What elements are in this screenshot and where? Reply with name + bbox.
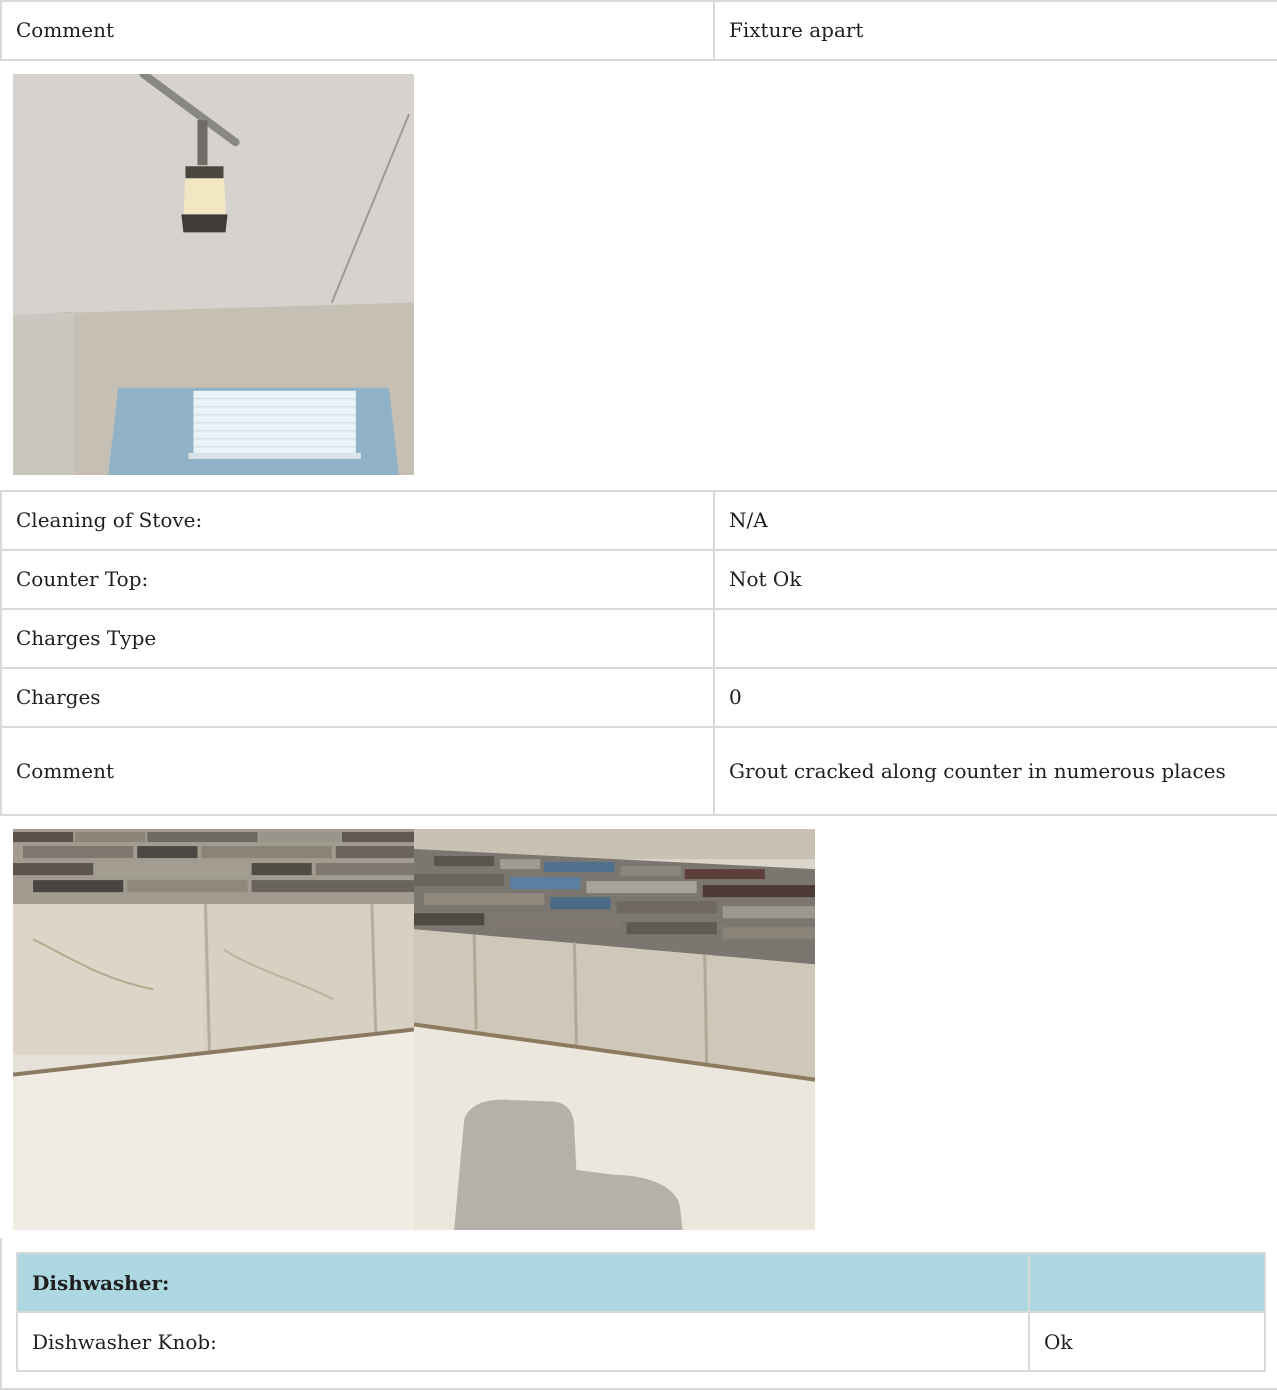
dishwasher-table: Dishwasher: Dishwasher Knob: Ok — [16, 1252, 1266, 1372]
section-header: Dishwasher: — [16, 1252, 1266, 1313]
row-value: Ok — [1028, 1311, 1266, 1372]
row-value: Fixture apart — [713, 0, 1277, 61]
fixture-photos — [0, 61, 1277, 490]
row-value: N/A — [713, 490, 1277, 551]
table-row: Comment Grout cracked along counter in n… — [0, 726, 1277, 816]
table-row: Dishwasher Knob: Ok — [16, 1311, 1266, 1372]
row-label: Cleaning of Stove: — [0, 490, 715, 551]
light-fixture-photo[interactable] — [13, 74, 414, 475]
counter-grout-photo-1[interactable] — [13, 829, 414, 1230]
fixture-table: Comment Fixture apart — [0, 0, 1277, 61]
row-label: Charges — [0, 667, 715, 728]
row-label: Charges Type — [0, 608, 715, 669]
counter-photos — [0, 816, 1277, 1246]
row-label: Comment — [0, 726, 715, 816]
section-title: Dishwasher: — [16, 1252, 1030, 1313]
table-row: Cleaning of Stove: N/A — [0, 490, 1277, 551]
row-value: 0 — [713, 667, 1277, 728]
inspection-report: Comment Fixture apart Cleaning of Stove:… — [0, 0, 1277, 1390]
table-row: Charges 0 — [0, 667, 1277, 728]
row-label: Dishwasher Knob: — [16, 1311, 1030, 1372]
table-row: Comment Fixture apart — [0, 0, 1277, 61]
row-value — [713, 608, 1277, 669]
section-header-value — [1028, 1252, 1266, 1313]
row-value: Not Ok — [713, 549, 1277, 610]
counter-table: Cleaning of Stove: N/A Counter Top: Not … — [0, 490, 1277, 816]
dishwasher-section: Dishwasher: Dishwasher Knob: Ok — [0, 1238, 1277, 1390]
counter-grout-photo-2[interactable] — [414, 829, 815, 1230]
table-row: Charges Type — [0, 608, 1277, 669]
row-value: Grout cracked along counter in numerous … — [713, 726, 1277, 816]
row-label: Comment — [0, 0, 715, 61]
table-row: Counter Top: Not Ok — [0, 549, 1277, 610]
row-label: Counter Top: — [0, 549, 715, 610]
